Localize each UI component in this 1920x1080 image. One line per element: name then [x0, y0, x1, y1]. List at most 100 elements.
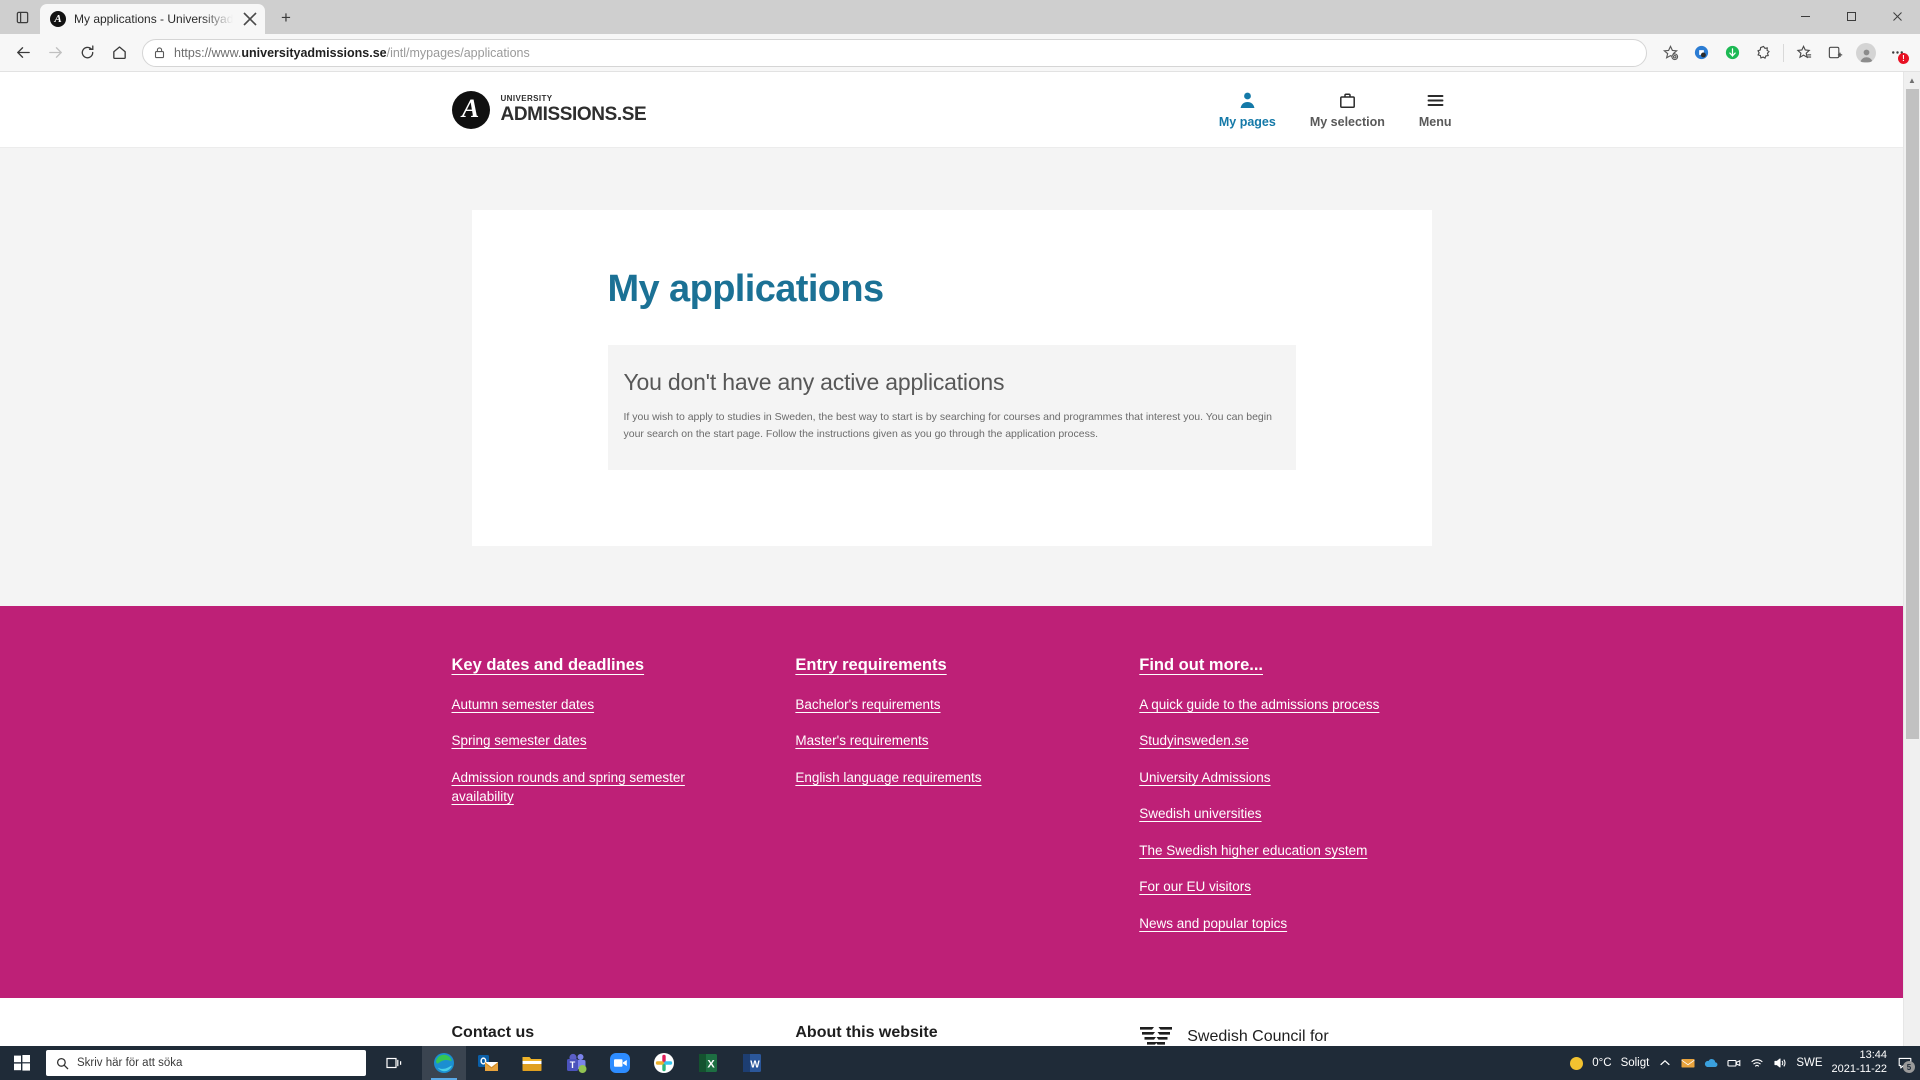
- excel-icon: X: [697, 1052, 719, 1074]
- no-applications-heading: You don't have any active applications: [623, 369, 1005, 395]
- notifications-icon[interactable]: 5: [1898, 1056, 1915, 1073]
- taskbar-app-outlook[interactable]: [466, 1046, 510, 1080]
- edge-icon: [433, 1052, 455, 1074]
- footer-about-heading[interactable]: About this website: [795, 1024, 1079, 1042]
- footer-link[interactable]: Admission rounds and spring semester ava…: [452, 768, 736, 807]
- footer-link[interactable]: News and popular topics: [1139, 914, 1287, 934]
- language-indicator[interactable]: SWE: [1796, 1057, 1822, 1069]
- content-area: My applications You don't have any activ…: [0, 148, 1903, 606]
- task-view-icon[interactable]: [372, 1046, 416, 1080]
- volume-icon[interactable]: [1773, 1056, 1787, 1070]
- maximize-button[interactable]: [1828, 0, 1874, 32]
- profile-avatar[interactable]: [1851, 38, 1881, 68]
- devices-icon[interactable]: [1727, 1056, 1741, 1070]
- windows-taskbar: Skriv här för att söka T X W 0°C Soligt …: [0, 1046, 1920, 1080]
- svg-text:W: W: [750, 1060, 760, 1071]
- footer-link[interactable]: Studyinsweden.se: [1139, 731, 1249, 751]
- main-navigation: My pages My selection Menu: [1219, 90, 1452, 129]
- footer-link[interactable]: Master's requirements: [795, 731, 928, 751]
- footer-contact-heading[interactable]: Contact us: [452, 1024, 736, 1042]
- weather-temperature[interactable]: 0°C: [1592, 1057, 1611, 1069]
- search-placeholder: Skriv här för att söka: [77, 1057, 183, 1069]
- toolbar-divider: [1783, 43, 1784, 62]
- briefcase-icon: [1338, 90, 1357, 110]
- clock[interactable]: 13:44 2021-11-22: [1832, 1049, 1887, 1077]
- home-icon[interactable]: [104, 38, 134, 68]
- footer-council-block: Swedish Council for: [1139, 1024, 1451, 1046]
- show-hidden-icons[interactable]: [1658, 1056, 1672, 1070]
- taskbar-app-microsoft-teams[interactable]: T: [554, 1046, 598, 1080]
- notification-count-badge: 5: [1903, 1061, 1915, 1073]
- search-input[interactable]: Skriv här för att söka: [46, 1050, 366, 1076]
- footer-link[interactable]: The Swedish higher education system: [1139, 841, 1367, 861]
- footer-link[interactable]: English language requirements: [795, 768, 981, 788]
- nav-item-my-pages[interactable]: My pages: [1219, 90, 1276, 129]
- new-tab-button[interactable]: +: [271, 4, 301, 32]
- logo-top-text: UNIVERSITY: [500, 94, 553, 103]
- tab-actions-button[interactable]: [4, 2, 40, 32]
- taskbar-app-excel[interactable]: X: [686, 1046, 730, 1080]
- footer-heading[interactable]: Key dates and deadlines: [452, 656, 645, 675]
- scroll-up-arrow-icon[interactable]: ▲: [1904, 72, 1920, 89]
- shopping-icon[interactable]: [1686, 38, 1716, 68]
- refresh-icon[interactable]: [72, 38, 102, 68]
- wifi-icon[interactable]: [1750, 1056, 1764, 1070]
- taskbar-apps: T X W: [422, 1046, 774, 1080]
- logo-mark-icon: A: [451, 90, 490, 129]
- close-button[interactable]: [1874, 0, 1920, 32]
- windows-start-icon[interactable]: [0, 1046, 44, 1080]
- settings-gear-icon[interactable]: [1748, 38, 1778, 68]
- tab-title: My applications - Universityadm: [74, 12, 233, 26]
- footer-heading[interactable]: Find out more...: [1139, 656, 1263, 675]
- url-scheme: https://www.: [174, 45, 242, 60]
- toolbar-icon-group: !: [1655, 38, 1912, 68]
- window-controls: [1782, 0, 1920, 32]
- tab-close-icon[interactable]: [241, 10, 259, 28]
- clock-date: 2021-11-22: [1831, 1063, 1887, 1075]
- logo-main-text: ADMISSIONS.SE: [500, 104, 647, 125]
- nav-label-my-selection: My selection: [1309, 115, 1385, 129]
- url-domain: universityadmissions.se: [241, 45, 387, 60]
- favorites-star-icon[interactable]: [1789, 38, 1819, 68]
- taskbar-app-zoom[interactable]: [598, 1046, 642, 1080]
- taskbar-app-slack[interactable]: [642, 1046, 686, 1080]
- address-bar[interactable]: https://www.universityadmissions.se/intl…: [142, 38, 1647, 67]
- split-screen-icon[interactable]: [1655, 38, 1685, 68]
- site-logo[interactable]: A UNIVERSITY ADMISSIONS.SE: [451, 90, 647, 129]
- footer-link[interactable]: Spring semester dates: [452, 731, 587, 751]
- weather-condition[interactable]: Soligt: [1621, 1057, 1650, 1069]
- footer-bottom: Contact us About this website Swedish Co…: [0, 997, 1903, 1046]
- avatar-circle: [1856, 42, 1876, 63]
- applications-card: My applications You don't have any activ…: [471, 210, 1432, 546]
- footer-link[interactable]: For our EU visitors: [1139, 877, 1251, 897]
- browser-viewport: A UNIVERSITY ADMISSIONS.SE My pages My s…: [0, 72, 1920, 1046]
- taskbar-app-microsoft-edge[interactable]: [422, 1046, 466, 1080]
- taskbar-app-file-explorer[interactable]: [510, 1046, 554, 1080]
- outlook-icon: [477, 1052, 499, 1074]
- footer-link[interactable]: Bachelor's requirements: [795, 695, 940, 715]
- browser-tab[interactable]: A My applications - Universityadm: [40, 4, 265, 34]
- mail-icon[interactable]: [1681, 1056, 1695, 1070]
- nav-item-my-selection[interactable]: My selection: [1310, 90, 1385, 129]
- footer-link[interactable]: Swedish universities: [1139, 804, 1261, 824]
- footer-link[interactable]: University Admissions: [1139, 768, 1270, 788]
- system-tray: 0°C Soligt SWE 13:44 2021-11-22 5: [1570, 1046, 1920, 1080]
- more-options-icon[interactable]: !: [1882, 38, 1912, 68]
- back-icon[interactable]: [8, 38, 38, 68]
- collections-icon[interactable]: [1820, 38, 1850, 68]
- forward-icon[interactable]: [40, 38, 70, 68]
- minimize-button[interactable]: [1782, 0, 1828, 32]
- footer-link[interactable]: A quick guide to the admissions process: [1139, 695, 1379, 715]
- slack-icon: [653, 1052, 675, 1074]
- onedrive-icon[interactable]: [1704, 1056, 1718, 1070]
- scrollbar-thumb[interactable]: [1906, 89, 1919, 739]
- council-name-text: Swedish Council for: [1187, 1027, 1329, 1045]
- nav-item-menu[interactable]: Menu: [1419, 90, 1452, 129]
- footer-link[interactable]: Autumn semester dates: [452, 695, 595, 715]
- collections-sync-icon[interactable]: [1717, 38, 1747, 68]
- taskbar-app-word[interactable]: W: [730, 1046, 774, 1080]
- search-icon: [56, 1057, 69, 1069]
- page-scrollbar[interactable]: ▲: [1903, 72, 1920, 1046]
- lock-icon: [153, 46, 166, 59]
- footer-heading[interactable]: Entry requirements: [795, 656, 946, 675]
